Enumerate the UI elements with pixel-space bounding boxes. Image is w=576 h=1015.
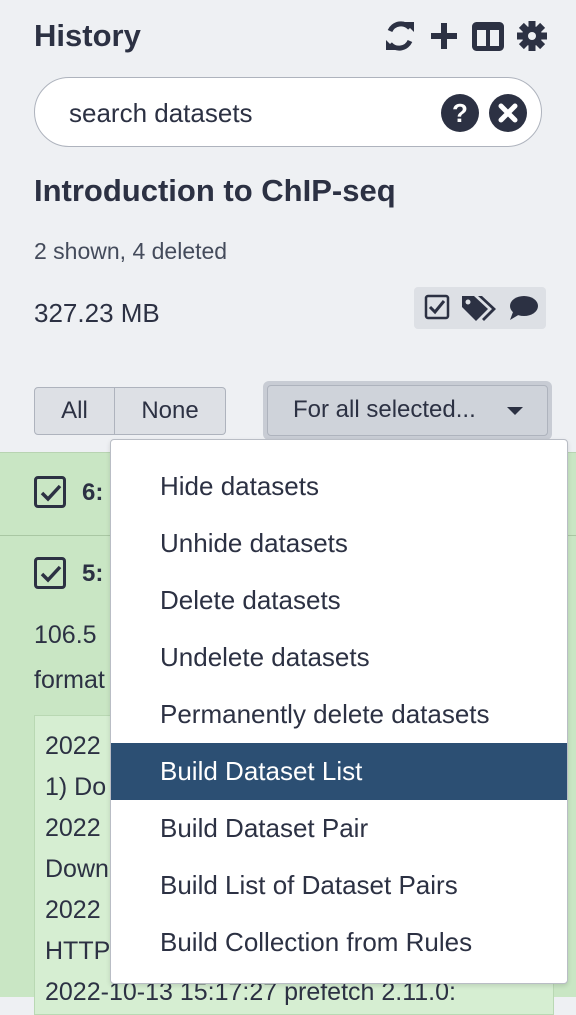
sync-icon[interactable]: [384, 18, 416, 54]
caret-down-icon: [507, 407, 523, 415]
checkbox-icon[interactable]: [424, 293, 450, 326]
dataset-format: format: [34, 666, 105, 694]
checked-checkbox-icon[interactable]: [34, 476, 66, 508]
comment-icon[interactable]: [508, 294, 540, 327]
dataset-hid: 5:: [82, 560, 104, 587]
log-line: 2022: [45, 732, 101, 760]
gear-icon[interactable]: [516, 18, 548, 54]
history-name[interactable]: Introduction to ChIP-seq: [34, 173, 396, 209]
search-box: ?: [34, 77, 542, 147]
menu-item-build-list-of-pairs[interactable]: Build List of Dataset Pairs: [111, 857, 567, 914]
help-icon[interactable]: ?: [441, 94, 479, 132]
menu-item-unhide-datasets[interactable]: Unhide datasets: [111, 515, 567, 572]
header-toolbar: [384, 18, 548, 54]
history-actions: [414, 287, 546, 329]
tags-icon[interactable]: [460, 293, 498, 328]
for-all-selected-button[interactable]: For all selected...: [267, 385, 548, 436]
log-line: 2022: [45, 814, 101, 842]
log-line: 1) Do: [45, 773, 107, 801]
dataset-hid: 6:: [82, 479, 104, 506]
menu-item-undelete-datasets[interactable]: Undelete datasets: [111, 629, 567, 686]
menu-item-build-from-rules[interactable]: Build Collection from Rules: [111, 914, 567, 971]
plus-icon[interactable]: [428, 18, 460, 54]
for-all-selected-dropdown[interactable]: For all selected...: [263, 381, 552, 440]
dataset-size: 106.5: [34, 621, 97, 649]
menu-item-hide-datasets[interactable]: Hide datasets: [111, 458, 567, 515]
panel-title: History: [34, 18, 141, 53]
menu-item-purge-datasets[interactable]: Permanently delete datasets: [111, 686, 567, 743]
menu-item-delete-datasets[interactable]: Delete datasets: [111, 572, 567, 629]
history-header: History: [34, 18, 554, 58]
clear-search-icon[interactable]: [489, 94, 527, 132]
log-line: HTTP: [45, 937, 111, 965]
menu-item-build-dataset-list[interactable]: Build Dataset List: [111, 743, 567, 800]
history-size: 327.23 MB: [34, 298, 160, 328]
select-none-button[interactable]: None: [115, 387, 226, 435]
select-button-group: All None: [34, 387, 226, 435]
menu-item-build-dataset-pair[interactable]: Build Dataset Pair: [111, 800, 567, 857]
log-line: Down: [45, 855, 109, 883]
select-all-button[interactable]: All: [34, 387, 115, 435]
log-line: 2022: [45, 896, 101, 924]
checked-checkbox-icon[interactable]: [34, 557, 66, 589]
columns-icon[interactable]: [472, 18, 504, 54]
search-input[interactable]: [67, 94, 451, 132]
for-all-selected-menu: Hide datasets Unhide datasets Delete dat…: [110, 439, 568, 984]
for-all-selected-label: For all selected...: [293, 396, 476, 423]
history-counts: 2 shown, 4 deleted: [34, 238, 228, 264]
